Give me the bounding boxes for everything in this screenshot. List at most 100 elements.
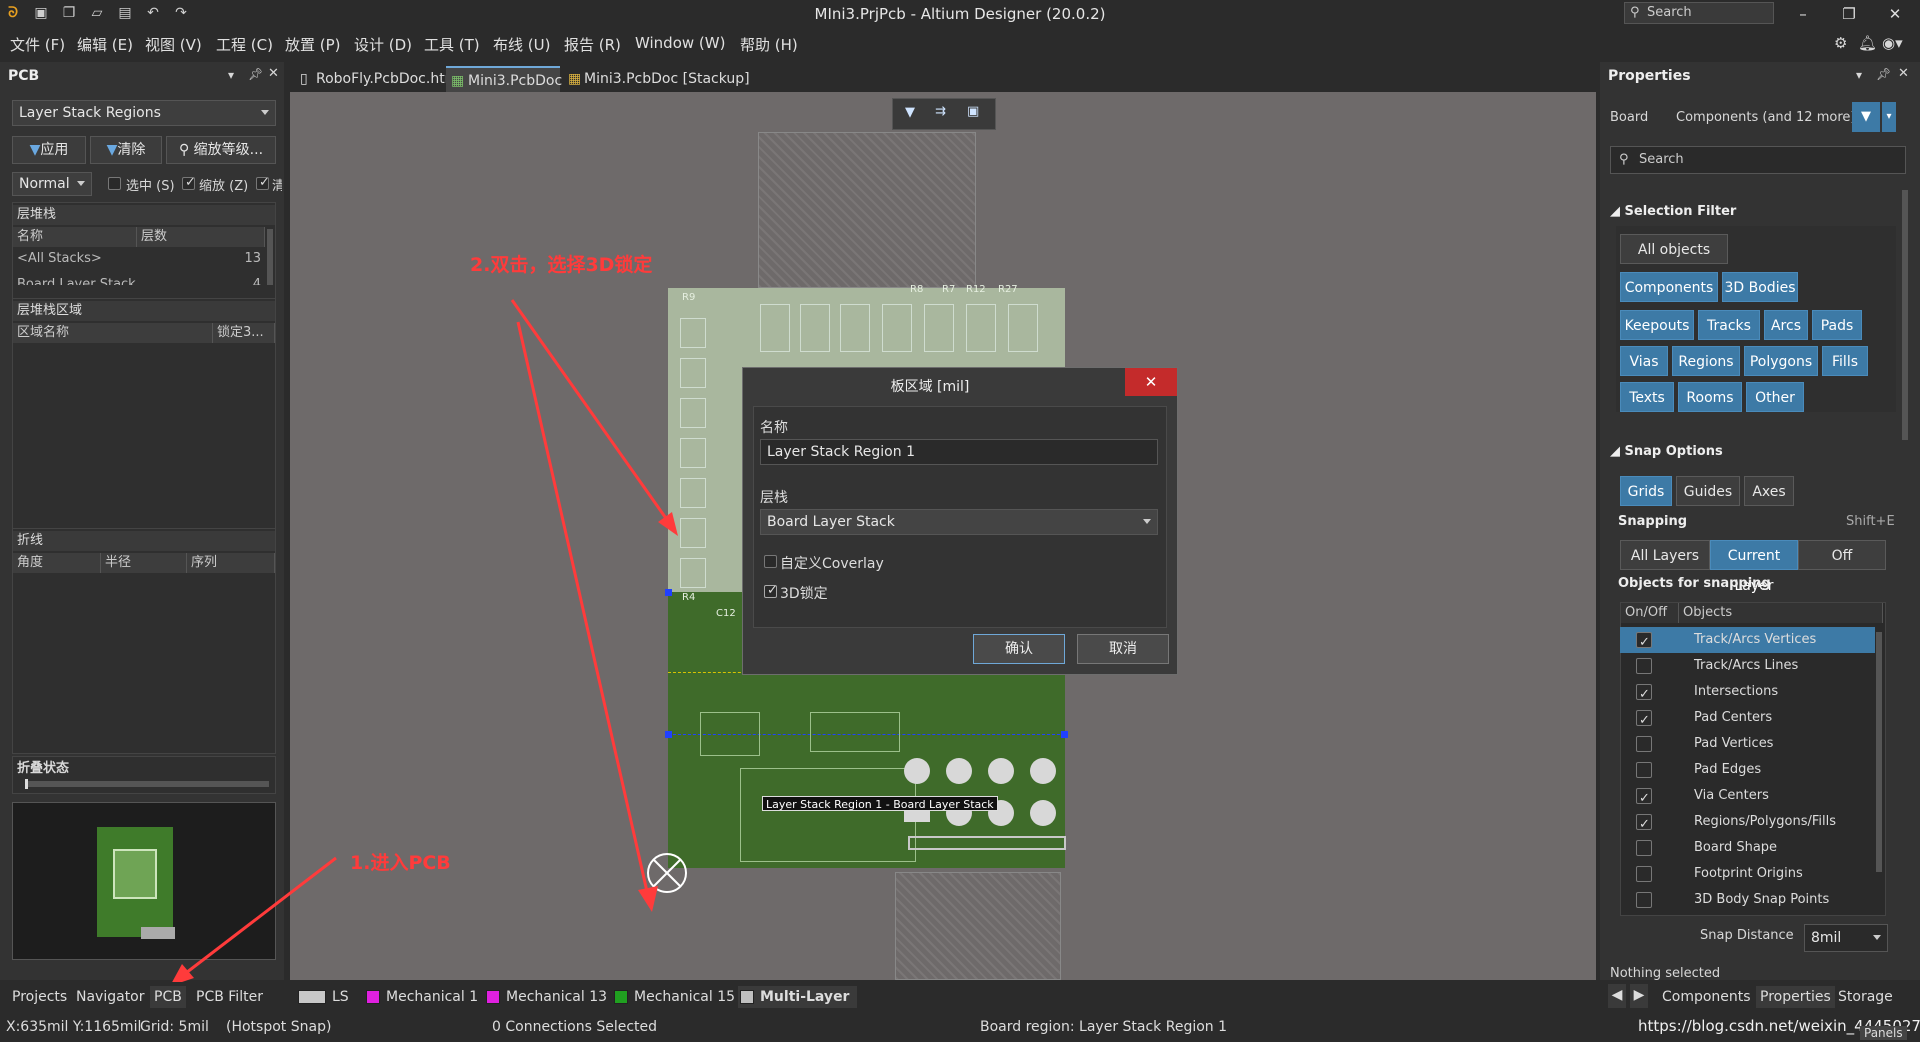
snap-guides-button[interactable]: Guides <box>1676 476 1740 506</box>
filter-components[interactable]: Components <box>1620 272 1718 302</box>
user-account-icon[interactable]: ◉▾ <box>1882 34 1903 52</box>
pin-icon[interactable]: 📌︎ <box>248 67 263 81</box>
bottom-tab-navigator[interactable]: Navigator <box>76 986 145 1008</box>
layer-tab-mechanical-15[interactable]: Mechanical 15 <box>612 986 735 1008</box>
snap-object-checkbox[interactable] <box>1636 786 1652 812</box>
scope-components[interactable]: Components (and 12 more) <box>1676 110 1855 125</box>
filter-vias[interactable]: Vias <box>1620 346 1668 376</box>
stack-col-layers[interactable]: 层数 <box>137 227 265 247</box>
menu-project[interactable]: 工程 (C) <box>216 34 273 55</box>
region-name-input[interactable]: Layer Stack Region 1 <box>760 439 1158 465</box>
scroll-left-icon[interactable]: ◀ <box>1608 984 1626 1008</box>
route-icon[interactable]: ⇉ <box>935 104 946 119</box>
dialog-close-button[interactable]: ✕ <box>1125 368 1177 396</box>
stack-scrollbar[interactable] <box>267 229 273 285</box>
zoom-level-button[interactable]: ⚲ 缩放等级... <box>166 136 276 164</box>
tab-robofly-htm[interactable]: ▯ RoboFly.PcbDoc.htm <box>294 66 458 92</box>
col-objects[interactable]: Objects <box>1679 603 1883 623</box>
scope-filter-icon[interactable]: ▼ <box>1852 102 1880 132</box>
menu-design[interactable]: 设计 (D) <box>354 34 412 55</box>
panel-close-icon[interactable]: ✕ <box>1898 66 1909 81</box>
filter-regions[interactable]: Regions <box>1672 346 1740 376</box>
scope-dropdown-icon[interactable]: ▾ <box>1882 102 1896 132</box>
snap-object-checkbox[interactable] <box>1636 762 1652 778</box>
scroll-right-icon[interactable]: ▶ <box>1630 984 1648 1008</box>
selection-filter-title[interactable]: ◢ Selection Filter <box>1610 204 1736 219</box>
filter-tracks[interactable]: Tracks <box>1698 310 1760 340</box>
restore-button[interactable]: ❐ <box>1832 2 1866 26</box>
filter-polygons[interactable]: Polygons <box>1744 346 1818 376</box>
menu-edit[interactable]: 编辑 (E) <box>77 34 133 55</box>
clear-existing-checkbox[interactable] <box>256 175 270 190</box>
snap-all-layers[interactable]: All Layers <box>1620 540 1710 570</box>
col-onoff[interactable]: On/Off <box>1621 603 1679 623</box>
select-checkbox[interactable] <box>108 177 121 190</box>
filter-pads[interactable]: Pads <box>1812 310 1862 340</box>
snap-off[interactable]: Off <box>1798 540 1886 570</box>
table-row[interactable]: Pad Vertices <box>1620 731 1875 757</box>
layer-tab-mechanical-13[interactable]: Mechanical 13 <box>484 986 607 1008</box>
filter-3d-bodies[interactable]: 3D Bodies <box>1722 272 1798 302</box>
stack-select[interactable]: Board Layer Stack <box>760 509 1158 535</box>
snap-object-checkbox[interactable] <box>1636 892 1652 908</box>
bottom-tab-pcb[interactable]: PCB <box>150 986 186 1008</box>
filter-icon[interactable]: ▼ <box>905 105 915 120</box>
table-row[interactable]: Footprint Origins <box>1620 861 1875 887</box>
tab-mini3-pcbdoc[interactable]: ▦ Mini3.PcbDoc <box>446 66 562 92</box>
table-row[interactable]: Track/Arcs Vertices <box>1620 627 1875 656</box>
table-row[interactable]: Board Shape <box>1620 835 1875 861</box>
panels-button[interactable]: Panels <box>1860 1026 1907 1040</box>
notifications-bell-icon[interactable]: 🔔︎ <box>1858 34 1877 52</box>
close-window-button[interactable]: ✕ <box>1878 2 1912 26</box>
snap-object-checkbox[interactable] <box>1636 866 1652 882</box>
bend-handle-right[interactable] <box>1061 731 1068 738</box>
filter-fills[interactable]: Fills <box>1822 346 1868 376</box>
snap-table-scrollbar[interactable] <box>1876 632 1882 872</box>
menu-window[interactable]: Window (W) <box>635 34 725 52</box>
panel-close-icon[interactable]: ✕ <box>268 66 279 81</box>
filter-keepouts[interactable]: Keepouts <box>1620 310 1694 340</box>
panel-menu-icon[interactable]: ▾ <box>228 68 234 82</box>
snap-object-checkbox[interactable] <box>1636 840 1652 856</box>
menu-file[interactable]: 文件 (F) <box>10 34 65 55</box>
layer-tab-ls[interactable]: LS <box>296 986 349 1008</box>
fold-slider[interactable] <box>25 781 269 787</box>
snap-options-title[interactable]: ◢ Snap Options <box>1610 444 1723 459</box>
filter-rooms[interactable]: Rooms <box>1678 382 1742 412</box>
lock-3d-checkbox[interactable] <box>764 583 778 598</box>
table-row[interactable]: Via Centers <box>1620 783 1875 812</box>
menu-help[interactable]: 帮助 (H) <box>740 34 798 55</box>
filter-arcs[interactable]: Arcs <box>1764 310 1808 340</box>
bend-col-radius[interactable]: 半径 <box>101 553 187 573</box>
menu-reports[interactable]: 报告 (R) <box>564 34 621 55</box>
menu-view[interactable]: 视图 (V) <box>145 34 202 55</box>
bottom-tab-properties[interactable]: Properties <box>1756 986 1835 1008</box>
snap-object-checkbox[interactable] <box>1636 736 1652 752</box>
snap-current-layer[interactable]: Current Layer <box>1710 540 1798 594</box>
all-objects-button[interactable]: All objects <box>1620 234 1728 264</box>
layer-tab-multi-layer[interactable]: Multi-Layer <box>738 986 858 1008</box>
bottom-tab-components[interactable]: Components <box>1662 986 1751 1008</box>
layer-tab-mechanical-1[interactable]: Mechanical 1 <box>364 986 478 1008</box>
bottom-tab-storage-manager[interactable]: Storage Man <box>1838 986 1920 1027</box>
table-row[interactable]: Track/Arcs Lines <box>1620 653 1875 679</box>
snap-axes-button[interactable]: Axes <box>1744 476 1794 506</box>
bottom-tab-pcb-filter[interactable]: PCB Filter <box>196 986 263 1008</box>
custom-coverlay-checkbox[interactable] <box>764 555 777 568</box>
filter-other[interactable]: Other <box>1746 382 1804 412</box>
filter-texts[interactable]: Texts <box>1620 382 1674 412</box>
region-col-lock3d[interactable]: 锁定3... <box>213 323 275 343</box>
snap-grids-button[interactable]: Grids <box>1620 476 1672 506</box>
table-row[interactable]: Regions/Polygons/Fills <box>1620 809 1875 838</box>
table-row[interactable]: <All Stacks> 13 <box>17 249 265 269</box>
fold-slider-thumb[interactable] <box>25 779 28 789</box>
mask-mode-select[interactable]: Normal <box>12 172 92 196</box>
snap-object-checkbox[interactable] <box>1636 682 1652 708</box>
table-row[interactable]: Board Layer Stack 4 <box>17 271 265 285</box>
bottom-tab-projects[interactable]: Projects <box>12 986 67 1008</box>
table-row[interactable]: 3D Body Snap Points <box>1620 887 1875 913</box>
settings-gear-icon[interactable]: ⚙ <box>1834 34 1847 52</box>
apply-button[interactable]: ▼应用 <box>12 136 86 164</box>
stack-col-name[interactable]: 名称 <box>13 227 137 247</box>
mode-select[interactable]: Layer Stack Regions <box>12 100 276 126</box>
